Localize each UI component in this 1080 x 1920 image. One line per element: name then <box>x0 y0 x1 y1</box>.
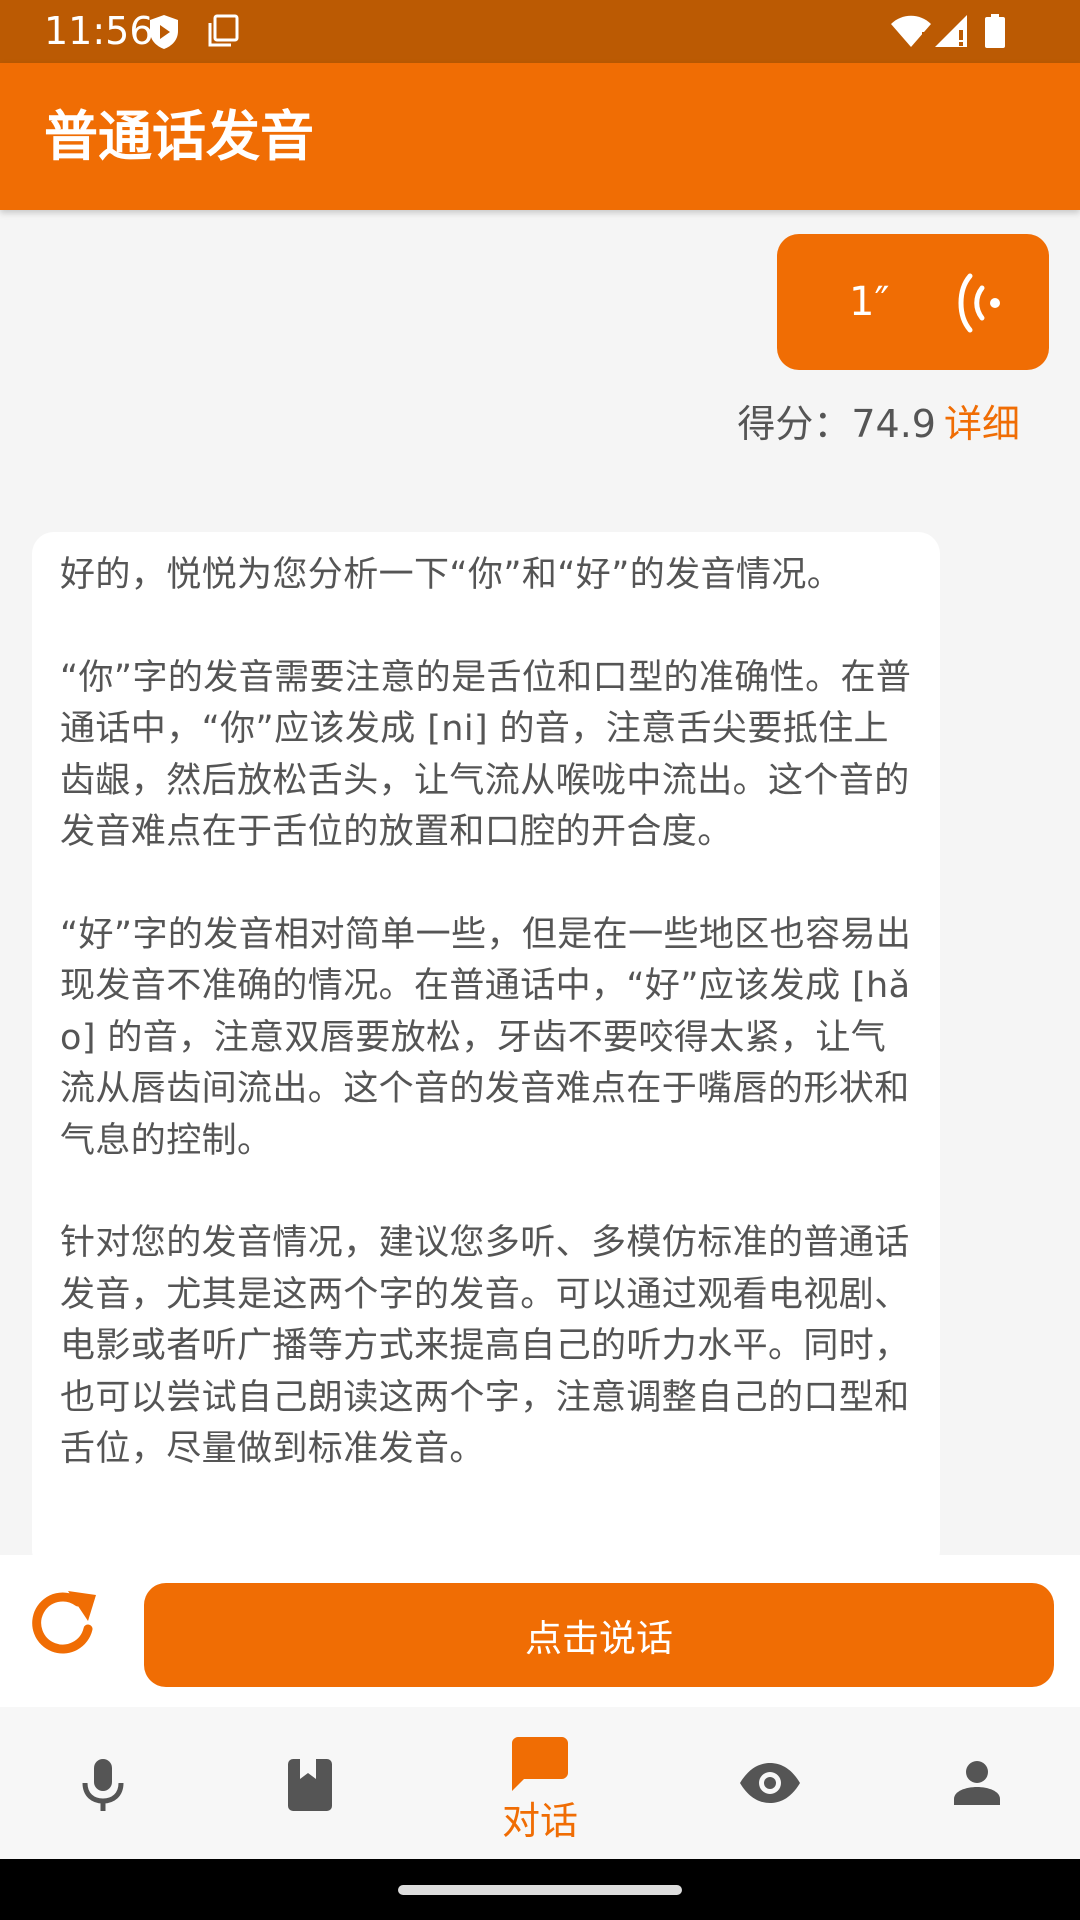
nav-item-chat[interactable]: 对话 <box>440 1707 640 1859</box>
person-icon <box>954 1761 1000 1805</box>
voice-duration: 1″ <box>849 279 890 325</box>
nav-label-chat: 对话 <box>501 1799 578 1843</box>
battery-icon <box>985 14 1005 48</box>
chat-icon <box>512 1737 568 1791</box>
status-time: 11:56 <box>44 9 154 53</box>
nav-item-microphone[interactable] <box>3 1707 203 1859</box>
page-title: 普通话发音 <box>44 105 314 168</box>
home-gesture-bar[interactable] <box>398 1885 682 1895</box>
book-icon <box>288 1759 332 1811</box>
microphone-icon <box>82 1759 124 1811</box>
status-bar: 11:56 <box>0 0 1080 63</box>
score-detail-link[interactable]: 详细 <box>944 402 1020 446</box>
input-row: 点击说话 <box>0 1555 1080 1707</box>
refresh-icon[interactable] <box>26 1585 102 1661</box>
score-label: 得分：74.9 <box>737 402 936 446</box>
reply-paragraph: “好”字的发音相对简单一些，但是在一些地区也容易出现发音不准确的情况。在普通话中… <box>60 914 912 1161</box>
app-root: 11:56 普通话发音 1″ 得分：74.9 详细 好的，悦悦为您分析一下“你”… <box>0 0 1080 1920</box>
nav-item-person[interactable] <box>877 1707 1077 1859</box>
nav-item-book[interactable] <box>210 1707 410 1859</box>
reply-paragraph: 针对您的发音情况，建议您多听、多模仿标准的普通话发音，尤其是这两个字的发音。可以… <box>60 1223 910 1469</box>
sound-wave-icon <box>958 273 1000 333</box>
wifi-icon <box>891 15 931 48</box>
voice-message-bubble[interactable]: 1″ <box>777 234 1049 370</box>
system-nav-bar <box>0 1859 1080 1920</box>
talk-button[interactable]: 点击说话 <box>144 1583 1054 1687</box>
copy-icon <box>208 14 239 47</box>
shield-play-icon <box>150 15 178 49</box>
nav-item-eye[interactable] <box>670 1707 870 1859</box>
reply-paragraph: “你”字的发音需要注意的是舌位和口型的准确性。在普通话中，“你”应该发成 [ni… <box>60 657 912 853</box>
chat-area[interactable]: 1″ 得分：74.9 详细 好的，悦悦为您分析一下“你”和“好”的发音情况。 “你… <box>0 210 1080 1555</box>
app-bar: 普通话发音 <box>0 63 1080 210</box>
bottom-nav: 对话 <box>0 1707 1080 1859</box>
score-line: 得分：74.9 详细 <box>737 400 1020 448</box>
reply-message-bubble: 好的，悦悦为您分析一下“你”和“好”的发音情况。 “你”字的发音需要注意的是舌位… <box>32 532 940 1555</box>
reply-paragraph: 好的，悦悦为您分析一下“你”和“好”的发音情况。 <box>60 555 843 595</box>
eye-icon <box>740 1763 800 1803</box>
signal-icon <box>935 15 967 47</box>
